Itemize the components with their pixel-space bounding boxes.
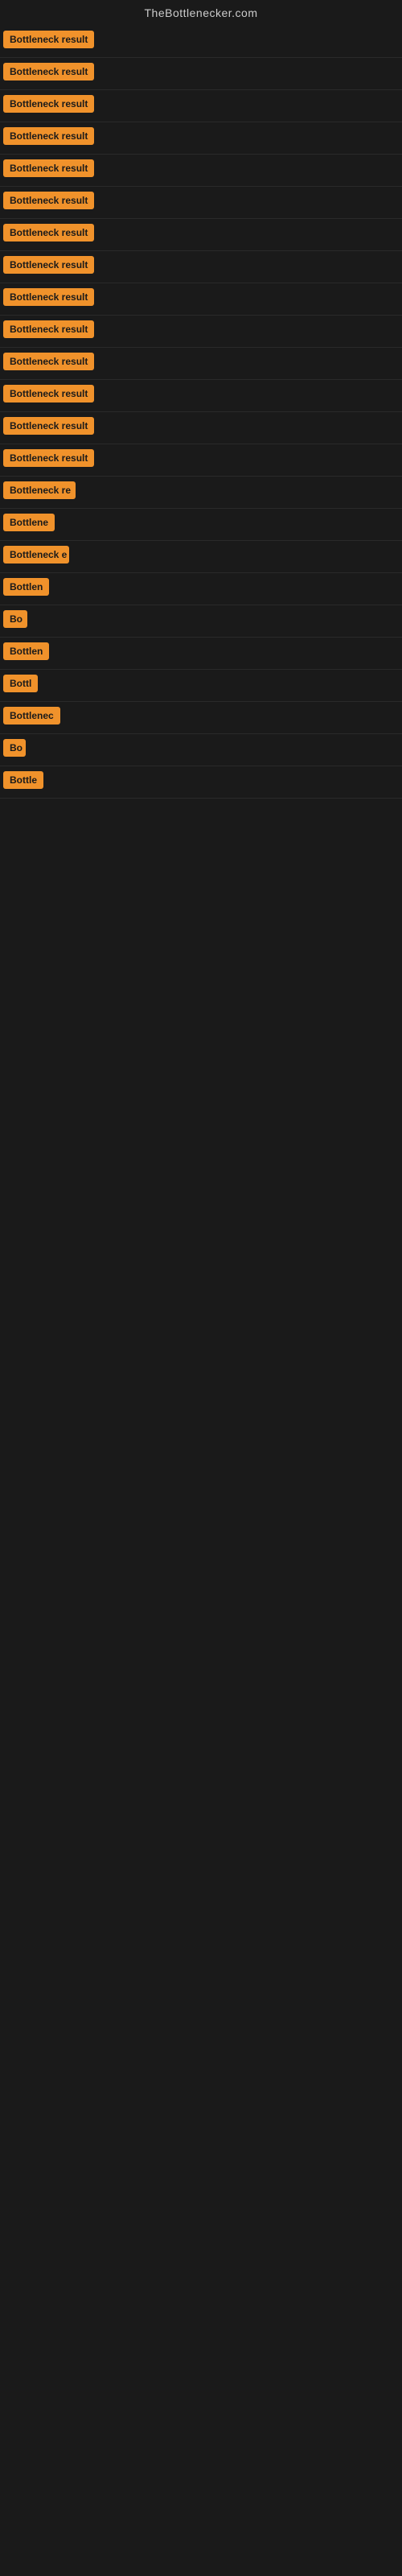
bottleneck-result-badge[interactable]: Bottleneck result bbox=[3, 449, 94, 467]
bottleneck-result-badge[interactable]: Bottleneck result bbox=[3, 320, 94, 338]
list-item: Bottlenec bbox=[0, 702, 402, 734]
bottleneck-result-badge[interactable]: Bottleneck result bbox=[3, 417, 94, 435]
list-item: Bottleneck result bbox=[0, 444, 402, 477]
list-item: Bo bbox=[0, 734, 402, 766]
list-item: Bottleneck result bbox=[0, 412, 402, 444]
site-title: TheBottlenecker.com bbox=[0, 0, 402, 26]
list-item: Bottleneck result bbox=[0, 90, 402, 122]
list-item: Bottleneck e bbox=[0, 541, 402, 573]
bottleneck-result-badge[interactable]: Bottleneck result bbox=[3, 192, 94, 209]
list-item: Bottl bbox=[0, 670, 402, 702]
bottleneck-result-badge[interactable]: Bottleneck result bbox=[3, 385, 94, 402]
list-item: Bottleneck result bbox=[0, 122, 402, 155]
bottleneck-result-badge[interactable]: Bottleneck result bbox=[3, 95, 94, 113]
bottleneck-result-badge[interactable]: Bottl bbox=[3, 675, 38, 692]
bottleneck-result-badge[interactable]: Bottle bbox=[3, 771, 43, 789]
list-item: Bottleneck result bbox=[0, 348, 402, 380]
bottleneck-result-badge[interactable]: Bottleneck result bbox=[3, 127, 94, 145]
bottleneck-result-badge[interactable]: Bottleneck e bbox=[3, 546, 69, 564]
bottleneck-result-badge[interactable]: Bottleneck result bbox=[3, 159, 94, 177]
bottleneck-result-badge[interactable]: Bottleneck result bbox=[3, 353, 94, 370]
bottleneck-result-badge[interactable]: Bottleneck result bbox=[3, 256, 94, 274]
list-item: Bottleneck result bbox=[0, 58, 402, 90]
bottleneck-result-badge[interactable]: Bottleneck result bbox=[3, 288, 94, 306]
bottleneck-result-badge[interactable]: Bottleneck result bbox=[3, 31, 94, 48]
list-item: Bottlen bbox=[0, 638, 402, 670]
bottleneck-result-badge[interactable]: Bottlene bbox=[3, 514, 55, 531]
bottleneck-result-badge[interactable]: Bottleneck result bbox=[3, 224, 94, 242]
list-item: Bottleneck result bbox=[0, 380, 402, 412]
bottleneck-result-badge[interactable]: Bo bbox=[3, 739, 26, 757]
list-item: Bottlene bbox=[0, 509, 402, 541]
list-item: Bottleneck result bbox=[0, 187, 402, 219]
bottleneck-result-badge[interactable]: Bottlen bbox=[3, 578, 49, 596]
bottleneck-result-badge[interactable]: Bottleneck re bbox=[3, 481, 76, 499]
list-item: Bottleneck result bbox=[0, 251, 402, 283]
list-item: Bottle bbox=[0, 766, 402, 799]
rows-container: Bottleneck result Bottleneck result Bottle… bbox=[0, 26, 402, 799]
list-item: Bo bbox=[0, 605, 402, 638]
list-item: Bottleneck re bbox=[0, 477, 402, 509]
bottleneck-result-badge[interactable]: Bottlen bbox=[3, 642, 49, 660]
list-item: Bottleneck result bbox=[0, 283, 402, 316]
bottleneck-result-badge[interactable]: Bo bbox=[3, 610, 27, 628]
list-item: Bottleneck result bbox=[0, 316, 402, 348]
list-item: Bottleneck result bbox=[0, 26, 402, 58]
list-item: Bottlen bbox=[0, 573, 402, 605]
bottleneck-result-badge[interactable]: Bottleneck result bbox=[3, 63, 94, 80]
list-item: Bottleneck result bbox=[0, 155, 402, 187]
list-item: Bottleneck result bbox=[0, 219, 402, 251]
bottleneck-result-badge[interactable]: Bottlenec bbox=[3, 707, 60, 724]
